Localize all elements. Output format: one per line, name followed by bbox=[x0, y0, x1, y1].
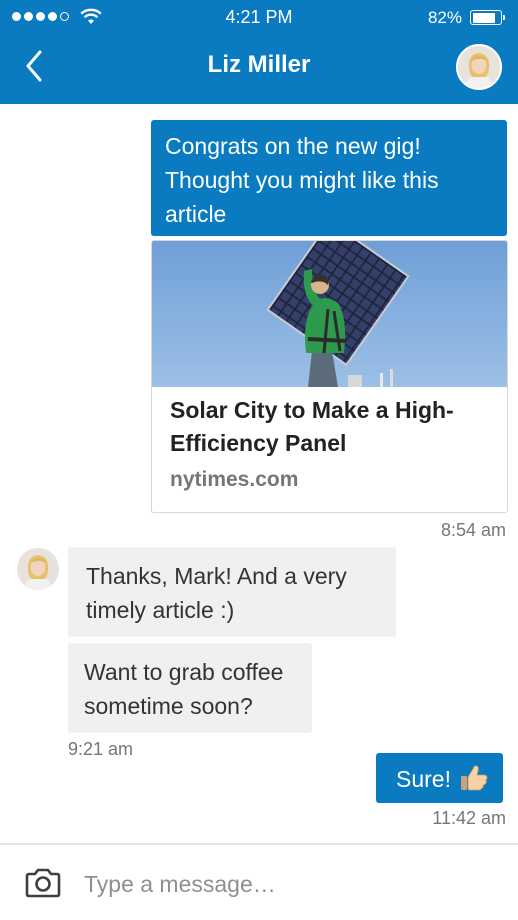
contact-avatar[interactable] bbox=[456, 44, 502, 90]
article-title: Solar City to Make a High- Efficiency Pa… bbox=[170, 394, 490, 460]
outgoing-message-bubble[interactable]: Congrats on the new gig! Thought you mig… bbox=[151, 120, 507, 236]
message-composer bbox=[0, 843, 518, 920]
message-line: Thanks, Mark! And a very bbox=[86, 563, 347, 589]
camera-button[interactable] bbox=[24, 867, 62, 899]
status-bar: 4:21 PM 82% bbox=[0, 0, 518, 36]
contact-name-title: Liz Miller bbox=[207, 51, 311, 78]
camera-icon bbox=[25, 868, 61, 898]
article-title-line: Efficiency Panel bbox=[170, 430, 347, 456]
message-line: Congrats on the new gig! bbox=[165, 133, 421, 159]
message-text: Sure! bbox=[396, 766, 451, 792]
conversation-header: 4:21 PM 82% Liz Miller bbox=[0, 0, 518, 104]
message-line: Thought you might like this bbox=[165, 167, 439, 193]
message-input[interactable] bbox=[84, 865, 494, 903]
message-timestamp: 11:42 am bbox=[432, 808, 506, 828]
article-thumbnail bbox=[152, 241, 507, 387]
outgoing-message-bubble[interactable]: Sure! bbox=[376, 753, 503, 803]
message-line: sometime soon? bbox=[84, 693, 253, 719]
message-timestamp: 9:21 am bbox=[68, 739, 134, 759]
thumbs-up-icon bbox=[460, 765, 488, 791]
contact-avatar[interactable] bbox=[17, 548, 59, 590]
incoming-message-bubble[interactable]: Thanks, Mark! And a very timely article … bbox=[68, 547, 396, 637]
message-line: timely article :) bbox=[86, 597, 235, 623]
shared-article-card[interactable]: Solar City to Make a High- Efficiency Pa… bbox=[151, 240, 508, 513]
incoming-message-bubble[interactable]: Want to grab coffee sometime soon? bbox=[68, 643, 312, 733]
message-line: article bbox=[165, 201, 227, 227]
message-timestamp: 8:54 am bbox=[440, 520, 506, 540]
messaging-screen: 4:21 PM 82% Liz Miller Congrats on the n… bbox=[0, 0, 518, 920]
battery-icon bbox=[470, 10, 505, 25]
article-title-line: Solar City to Make a High- bbox=[170, 397, 454, 423]
article-source: nytimes.com bbox=[170, 468, 299, 491]
message-line: Want to grab coffee bbox=[84, 659, 284, 685]
battery-percentage: 82% bbox=[427, 8, 462, 27]
